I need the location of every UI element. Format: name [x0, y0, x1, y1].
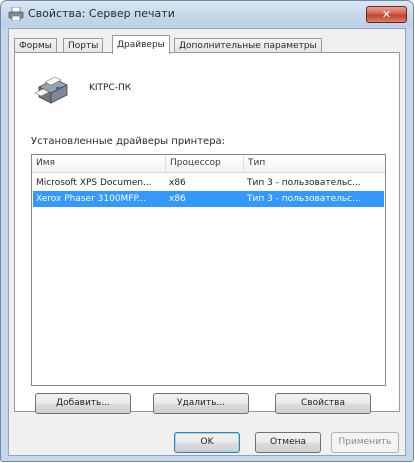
printer-title-icon — [8, 7, 24, 21]
ok-button[interactable]: OK — [174, 432, 240, 453]
dialog-body: Формы Порты Драйверы Дополнительные пара… — [8, 28, 406, 456]
column-header-processor[interactable]: Процессор — [166, 155, 244, 172]
column-header-type[interactable]: Тип — [244, 155, 385, 172]
column-header-name[interactable]: Имя — [32, 155, 166, 172]
tab-advanced[interactable]: Дополнительные параметры — [174, 38, 322, 53]
add-button[interactable]: Добавить... — [35, 393, 131, 414]
cancel-button[interactable]: Отмена — [255, 432, 321, 453]
table-row-selected[interactable]: Xerox Phaser 3100MFP... x86 Тип 3 - поль… — [33, 191, 384, 207]
properties-button[interactable]: Свойства — [275, 393, 371, 414]
tab-strip: Формы Порты Драйверы Дополнительные пара… — [14, 35, 400, 54]
tab-drivers[interactable]: Драйверы — [112, 35, 170, 54]
window-title: Свойства: Сервер печати — [28, 7, 175, 20]
close-icon: ✕ — [381, 8, 392, 21]
driver-type-cell: Тип 3 - пользовательс... — [247, 178, 361, 188]
apply-button[interactable]: Применить — [331, 432, 399, 453]
drivers-panel: KITPC-ПК Установленные драйверы принтера… — [14, 52, 400, 414]
driver-name-cell: Xerox Phaser 3100MFP... — [36, 194, 147, 204]
driver-name-cell: Microsoft XPS Documen... — [36, 178, 152, 188]
server-name: KITPC-ПК — [89, 83, 132, 93]
table-row[interactable]: Microsoft XPS Documen... x86 Тип 3 - пол… — [33, 175, 384, 191]
title-bar[interactable]: Свойства: Сервер печати ✕ — [1, 1, 413, 27]
printer-server-icon — [34, 76, 68, 104]
close-button[interactable]: ✕ — [366, 6, 407, 23]
tab-ports[interactable]: Порты — [63, 38, 104, 53]
driver-processor-cell: x86 — [169, 178, 186, 188]
remove-button[interactable]: Удалить... — [153, 393, 249, 414]
driver-type-cell: Тип 3 - пользовательс... — [247, 194, 361, 204]
drivers-list[interactable]: Имя Процессор Тип Microsoft XPS Documen.… — [31, 154, 386, 386]
driver-processor-cell: x86 — [169, 194, 186, 204]
dialog-window: Свойства: Сервер печати ✕ Формы Порты Др… — [0, 0, 414, 462]
installed-drivers-label: Установленные драйверы принтера: — [31, 136, 226, 147]
list-header: Имя Процессор Тип — [32, 155, 385, 173]
tab-forms[interactable]: Формы — [14, 38, 57, 53]
